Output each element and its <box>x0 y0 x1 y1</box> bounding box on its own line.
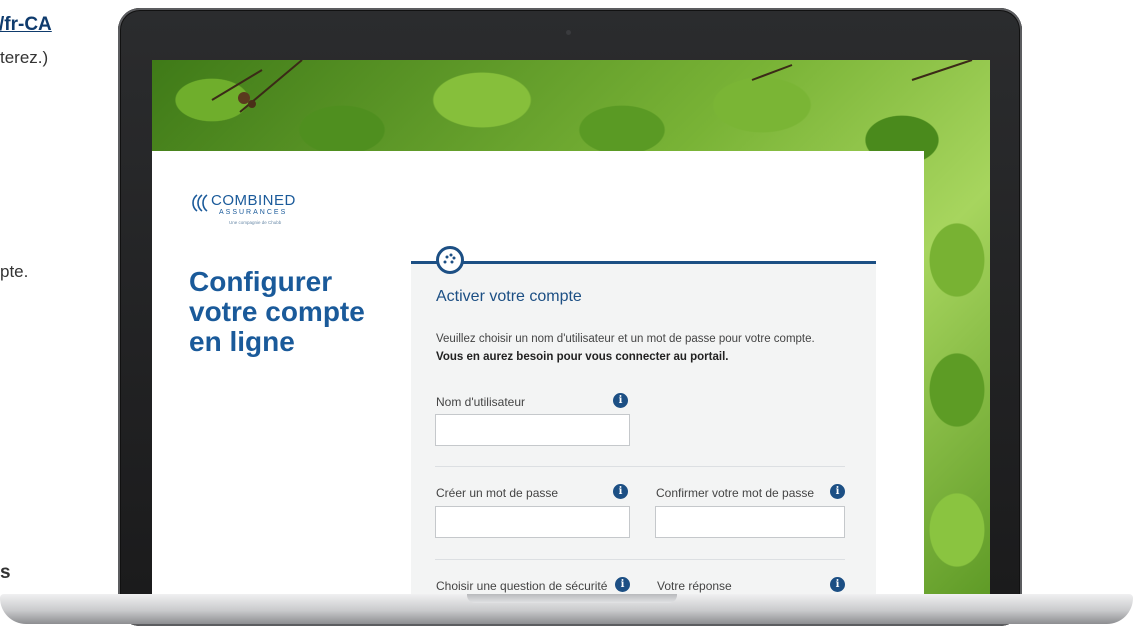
logo-wordmark: COMBINED <box>211 192 296 209</box>
card-description-bold: Vous en aurez besoin pour vous connecter… <box>436 351 729 363</box>
company-logo: COMBINED ASSURANCES Une compagnie de Chu… <box>189 192 329 232</box>
laptop-base <box>0 594 1133 641</box>
info-icon[interactable]: i <box>613 484 628 499</box>
page-title: Configurer votre compte en ligne <box>189 266 365 357</box>
section-divider <box>435 466 845 467</box>
background-text-fragment: pte. <box>0 262 29 281</box>
card-accent-line <box>411 261 876 264</box>
background-text-fragment: terez.) <box>0 48 49 67</box>
laptop-mockup: COMBINED ASSURANCES Une compagnie de Chu… <box>118 8 1022 626</box>
logo-subtitle: ASSURANCES <box>219 209 288 216</box>
confirm-password-label: Confirmer votre mot de passe <box>656 486 815 500</box>
info-icon[interactable]: i <box>830 577 845 592</box>
activation-card: Activer votre compte Veuillez choisir un… <box>411 246 876 600</box>
password-input[interactable] <box>435 506 630 538</box>
confirm-password-input[interactable] <box>655 506 845 538</box>
info-icon[interactable]: i <box>615 577 630 592</box>
dots-circle-icon <box>436 246 464 274</box>
laptop-screen: COMBINED ASSURANCES Une compagnie de Chu… <box>152 60 990 600</box>
username-label: Nom d'utilisateur <box>436 395 525 409</box>
laptop-hinge-notch <box>467 594 677 603</box>
background-link-fragment[interactable]: /fr-CA <box>0 14 52 36</box>
security-answer-label: Votre réponse <box>657 579 732 593</box>
logo-tagline: Une compagnie de Chubb <box>229 220 282 225</box>
signup-page: COMBINED ASSURANCES Une compagnie de Chu… <box>152 151 924 600</box>
card-title: Activer votre compte <box>436 288 582 305</box>
logo-swoosh-icon <box>192 194 208 212</box>
card-description-text: Veuillez choisir un nom d'utilisateur et… <box>436 333 815 345</box>
password-label: Créer un mot de passe <box>436 486 559 500</box>
info-icon[interactable]: i <box>830 484 845 499</box>
info-icon[interactable]: i <box>613 393 628 408</box>
section-divider <box>435 559 845 560</box>
security-question-label: Choisir une question de sécurité <box>436 579 608 593</box>
camera-dot <box>566 30 571 35</box>
username-input[interactable] <box>435 414 630 446</box>
background-text-fragment: s <box>0 562 11 583</box>
card-description: Veuillez choisir un nom d'utilisateur et… <box>436 330 866 366</box>
